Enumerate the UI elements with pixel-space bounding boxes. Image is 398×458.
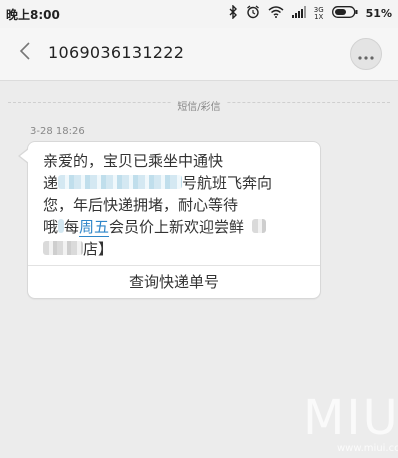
chevron-left-icon (19, 42, 31, 64)
wifi-icon (268, 6, 284, 21)
thread-type-label: 短信/彩信 (0, 95, 398, 114)
date-link[interactable]: 周五 (79, 218, 110, 237)
message-text: 亲爱的，宝贝已乘坐中通快 (43, 152, 224, 170)
track-package-button[interactable]: 查询快递单号 (28, 266, 320, 297)
contact-number: 1069036131222 (48, 43, 185, 62)
message-text: 哦 (43, 218, 59, 236)
status-icons: 3G 1X 51% (228, 4, 392, 22)
message-line-4: 哦每周五会员价上新欢迎尝鲜 (43, 216, 305, 238)
message-text: 每 (64, 218, 80, 236)
back-button[interactable] (14, 40, 36, 66)
battery-percent: 51% (365, 7, 392, 20)
redacted-text (58, 219, 65, 233)
message-text: 号航班飞奔向 (182, 174, 273, 192)
message-bubble[interactable]: 亲爱的，宝贝已乘坐中通快 递 号航班飞奔向 您，年后快递拥堵，耐心等待 哦每周五会… (27, 141, 321, 299)
network-type-bottom: 1X (314, 12, 324, 21)
signal-icon (291, 6, 306, 21)
message-line-2: 递 号航班飞奔向 (43, 172, 305, 194)
message-line-5: 店】 (43, 238, 305, 260)
message-text: 店】 (83, 240, 114, 258)
message-text: 递 (43, 174, 59, 192)
miui-watermark-url: www.miui.com (337, 443, 398, 454)
more-options-button[interactable] (350, 38, 382, 70)
message-text: 会员价上新欢迎尝鲜 (109, 218, 245, 236)
alarm-icon (246, 5, 260, 22)
message-text: 您，年后快递拥堵，耐心等待 (43, 196, 239, 214)
bubble-tail (20, 149, 29, 163)
redacted-shop-name (43, 241, 83, 255)
more-dots-icon (358, 45, 374, 64)
message-timestamp: 3-28 18:26 (30, 126, 85, 137)
redacted-shop-name (252, 219, 267, 233)
network-type: 3G 1X (314, 6, 324, 21)
message-body: 亲爱的，宝贝已乘坐中通快 递 号航班飞奔向 您，年后快递拥堵，耐心等待 哦每周五会… (43, 150, 305, 260)
message-line-3: 您，年后快递拥堵，耐心等待 (43, 194, 305, 216)
redacted-tracking-number (58, 175, 183, 189)
miui-watermark-logo: MIUI (303, 390, 398, 446)
bluetooth-icon (228, 4, 238, 22)
message-line-1: 亲爱的，宝贝已乘坐中通快 (43, 150, 305, 172)
conversation-header: 1069036131222 (0, 28, 398, 81)
battery-icon (331, 6, 358, 21)
status-bar: 晚上8:00 3G 1X 51% (0, 0, 398, 28)
thread-type-text: 短信/彩信 (171, 102, 227, 113)
status-time: 晚上8:00 (6, 8, 60, 22)
